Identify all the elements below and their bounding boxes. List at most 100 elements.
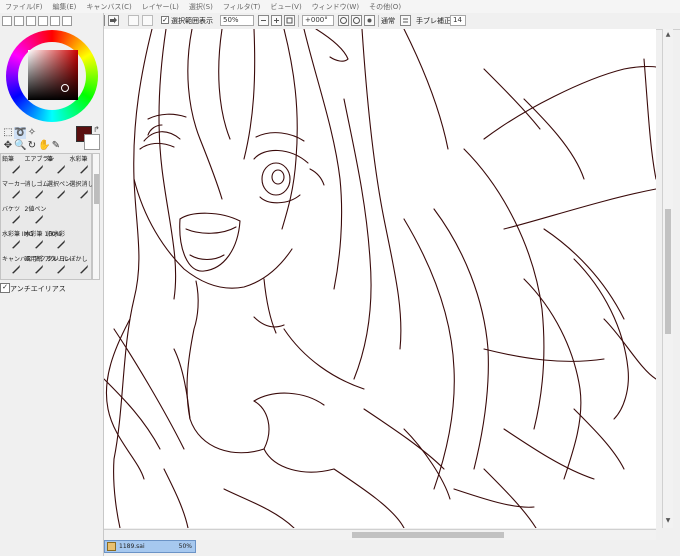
brush-label: クレヨン	[47, 256, 72, 263]
invert-selection-button[interactable]	[142, 15, 153, 26]
antialias-checkbox[interactable]: ✓	[0, 283, 10, 293]
hsv-slider-tab[interactable]	[26, 16, 36, 26]
eyedropper-icon[interactable]: ✎	[50, 140, 62, 152]
rotate-tool-icon[interactable]: ↻	[26, 140, 38, 152]
brush-label: 水彩筆 IMG	[2, 231, 34, 238]
brush-slot[interactable]	[70, 206, 92, 226]
brush-slot[interactable]: 水彩筆 100%	[24, 231, 62, 251]
vertical-scrollbar[interactable]: ▲ ▼	[662, 29, 673, 528]
scroll-down-arrow[interactable]: ▼	[664, 517, 672, 524]
brush-icon	[12, 215, 20, 224]
brush-slot[interactable]: バケツ	[2, 206, 24, 226]
brush-slot[interactable]: 水彩筆 IMG	[2, 231, 34, 251]
brush-slot[interactable]: 水彩筆	[70, 156, 92, 176]
document-zoom: 50%	[178, 543, 192, 550]
brush-slot[interactable]: 画用紙 アクリル	[25, 256, 68, 276]
brush-icon	[57, 240, 65, 249]
brush-label: 2値ペン	[24, 206, 47, 213]
zoom-field[interactable]: 50%	[220, 15, 254, 26]
rotate-right-button[interactable]	[351, 15, 362, 26]
brush-icon	[34, 215, 43, 224]
brush-icon	[34, 165, 43, 174]
redo-button[interactable]	[108, 15, 119, 26]
select-tool-icon[interactable]: ⬚	[2, 127, 14, 139]
menu-item[interactable]: 編集(E)	[48, 2, 82, 12]
brush-slot[interactable]: 筆	[47, 156, 69, 176]
brush-slot[interactable]: ぼかし	[70, 256, 92, 276]
brush-slot[interactable]: 2値ペン	[25, 206, 47, 226]
swatch-tab[interactable]	[38, 16, 48, 26]
menu-item[interactable]: ビュー(V)	[265, 2, 306, 12]
brush-slot[interactable]	[47, 206, 69, 226]
brush-scrollbar[interactable]	[92, 153, 100, 280]
zoom-tool-icon[interactable]: 🔍	[14, 140, 26, 152]
menu-item[interactable]: その他(O)	[364, 2, 406, 12]
lasso-tool-icon[interactable]: ➰	[14, 127, 26, 139]
brush-icon	[34, 240, 43, 249]
zoom-in-button[interactable]	[271, 15, 282, 26]
document-tab[interactable]: 1189.sai 50%	[104, 540, 196, 553]
color-picker-cursor[interactable]	[61, 84, 69, 92]
toolbar-separator	[298, 15, 299, 27]
rotation-field[interactable]: +000°	[302, 15, 334, 26]
scratchpad-tab[interactable]	[62, 16, 72, 26]
rotate-left-button[interactable]	[338, 15, 349, 26]
deselect-button[interactable]	[128, 15, 139, 26]
brush-slot[interactable]: エアブラシ	[24, 156, 55, 176]
brush-slot[interactable]: 選択ペン	[47, 181, 72, 201]
menu-bar: ファイル(F) 編集(E) キャンバス(C) レイヤー(L) 選択(S) フィルタ(T) ビ…	[0, 0, 680, 14]
brush-icon	[12, 165, 20, 174]
horizontal-scroll-thumb[interactable]	[352, 532, 504, 538]
color-wheel-tab[interactable]	[2, 16, 12, 26]
rotate-reset-button[interactable]	[364, 15, 375, 26]
vertical-scroll-thumb[interactable]	[665, 209, 671, 334]
menu-item[interactable]: ウィンドウ(W)	[307, 2, 364, 12]
brush-slot[interactable]: 選択消し	[69, 181, 94, 201]
zoom-out-button[interactable]	[258, 15, 269, 26]
horizontal-scrollbar[interactable]	[104, 529, 656, 540]
saturation-value-square[interactable]	[28, 50, 78, 100]
magic-wand-icon[interactable]: ✧	[26, 127, 38, 139]
selection-display-checkbox[interactable]: ✓	[161, 16, 169, 24]
document-filename: 1189.sai	[119, 543, 145, 550]
brush-slot[interactable]	[70, 231, 92, 251]
brush-label: 選択消し	[69, 181, 94, 188]
user-swatch-tab[interactable]	[50, 16, 60, 26]
brush-icon	[12, 240, 20, 249]
swap-colors-icon[interactable]: ↱	[93, 125, 100, 134]
secondary-color-swatch[interactable]	[84, 134, 100, 150]
brush-tool-grid: 鉛筆 エアブラシ筆 水彩筆マーカー 消しゴム 選択ペン 選択消しバケツ 2値ペン水彩筆 IM…	[0, 153, 94, 280]
zoom-reset-button[interactable]	[284, 15, 295, 26]
menu-item[interactable]: キャンバス(C)	[81, 2, 136, 12]
menu-item[interactable]: 選択(S)	[184, 2, 218, 12]
brush-label: バケツ	[2, 206, 21, 213]
brush-slot[interactable]: キャンバス アクリル	[2, 256, 58, 276]
hand-tool-icon[interactable]: ✋	[38, 140, 50, 152]
brush-icon	[57, 165, 65, 174]
document-icon	[107, 542, 116, 551]
scroll-up-arrow[interactable]: ▲	[664, 31, 672, 38]
brush-icon	[79, 190, 88, 199]
menu-item[interactable]: ファイル(F)	[0, 2, 48, 12]
brush-icon	[12, 190, 20, 199]
stabilizer-field[interactable]: 14	[450, 15, 466, 26]
brush-slot[interactable]: マーカー	[2, 181, 26, 201]
brush-slot[interactable]: 鉛筆	[2, 156, 24, 176]
brush-slot[interactable]: 消しゴム	[24, 181, 49, 201]
flip-view-button[interactable]	[400, 15, 411, 26]
brush-slot[interactable]: クレヨン	[47, 256, 72, 276]
brush-slot[interactable]: 旧水彩	[47, 231, 69, 251]
brush-label: 筆	[47, 156, 54, 163]
blend-mode-label: 通常	[381, 17, 395, 25]
brush-label: 水彩筆 100%	[24, 231, 62, 238]
menu-item[interactable]: レイヤー(L)	[137, 2, 184, 12]
brush-label: エアブラシ	[24, 156, 55, 163]
canvas[interactable]	[104, 29, 656, 528]
brush-label: ぼかし	[69, 256, 88, 263]
rgb-slider-tab[interactable]	[14, 16, 24, 26]
brush-icon	[34, 265, 43, 274]
move-tool-icon[interactable]: ✥	[2, 140, 14, 152]
menu-item[interactable]: フィルタ(T)	[218, 2, 266, 12]
brush-label: 選択ペン	[47, 181, 72, 188]
brush-label: 消しゴム	[24, 181, 49, 188]
